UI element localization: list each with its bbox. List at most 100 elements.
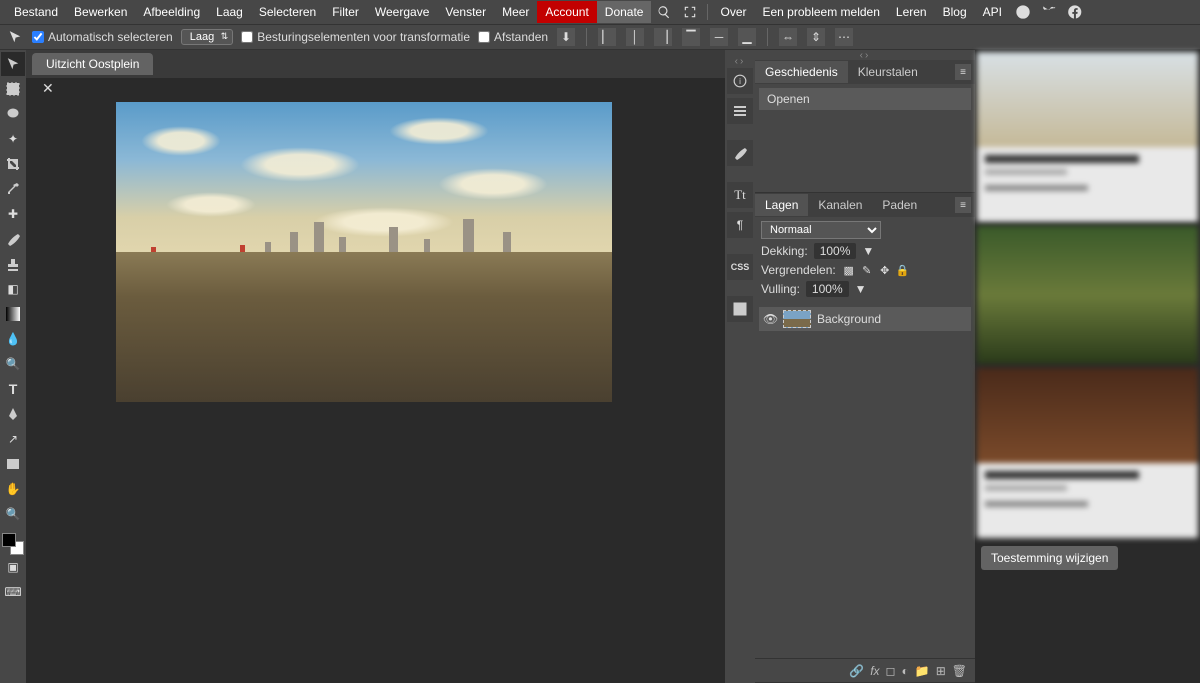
paragraph-panel-icon[interactable]: ¶ [727, 212, 753, 238]
menu-file[interactable]: Bestand [6, 1, 66, 23]
document-tab[interactable]: Uitzicht Oostplein [32, 53, 153, 75]
layer-thumbnail[interactable] [783, 310, 811, 328]
dist-v-icon[interactable]: ⇕ [807, 28, 825, 46]
stamp-tool[interactable] [1, 252, 25, 276]
align-right-icon[interactable]: ▕ [654, 28, 672, 46]
mask-icon[interactable]: ◻ [886, 664, 896, 678]
layer-select-dropdown[interactable]: Laag [181, 29, 233, 45]
menu-edit[interactable]: Bewerken [66, 1, 135, 23]
lock-transparency-icon[interactable]: ▩ [842, 263, 856, 277]
ad-slot[interactable] [977, 52, 1198, 222]
brush-panel-icon[interactable] [727, 140, 753, 166]
screenmode-tool[interactable]: ⌨ [1, 580, 25, 604]
new-layer-icon[interactable]: ⊞ [936, 664, 946, 678]
blur-tool[interactable]: 💧 [1, 327, 25, 351]
auto-select-checkbox[interactable]: Automatisch selecteren [32, 30, 173, 44]
blend-mode-select[interactable]: Normaal [761, 221, 881, 239]
opacity-value[interactable]: 100% [814, 243, 857, 259]
menu-learn[interactable]: Leren [888, 1, 935, 23]
shape-tool[interactable] [1, 452, 25, 476]
menu-account[interactable]: Account [537, 1, 596, 23]
drag-handle[interactable]: ‹› [755, 50, 975, 60]
history-item-open[interactable]: Openen [759, 88, 971, 110]
reddit-icon[interactable] [1014, 3, 1032, 21]
consent-button[interactable]: Toestemming wijzigen [981, 546, 1118, 570]
quickmask-tool[interactable]: ▣ [1, 555, 25, 579]
delete-layer-icon[interactable]: 🗑 [952, 664, 967, 678]
ad-slot[interactable] [977, 368, 1198, 538]
adjustment-icon[interactable]: ◐ [902, 664, 909, 678]
more-align-icon[interactable]: ⋯ [835, 28, 853, 46]
menu-donate[interactable]: Donate [597, 1, 652, 23]
brush-tool[interactable] [1, 227, 25, 251]
layer-visibility-icon[interactable]: 👁 [763, 312, 777, 326]
panel-menu-icon[interactable]: ≡ [955, 197, 971, 213]
lock-all-icon[interactable]: 🔒 [896, 263, 910, 277]
menu-layer[interactable]: Laag [208, 1, 251, 23]
canvas-image[interactable] [116, 102, 612, 402]
align-top-icon[interactable]: ▔ [682, 28, 700, 46]
crop-tool[interactable] [1, 152, 25, 176]
search-icon[interactable] [655, 3, 673, 21]
foreground-swatch[interactable] [2, 533, 16, 547]
info-panel-icon[interactable]: i [727, 68, 753, 94]
fill-flyout-icon[interactable]: ▼ [855, 282, 867, 296]
tab-history[interactable]: Geschiedenis [755, 61, 848, 83]
color-swatches[interactable] [2, 533, 24, 555]
tab-paths[interactable]: Paden [872, 194, 927, 216]
move-tool[interactable] [1, 52, 25, 76]
menu-window[interactable]: Venster [437, 1, 494, 23]
align-left-icon[interactable]: ▏ [598, 28, 616, 46]
lock-position-icon[interactable]: ✥ [878, 263, 892, 277]
properties-panel-icon[interactable] [727, 98, 753, 124]
folder-icon[interactable]: 📁 [915, 664, 930, 678]
drag-handle[interactable]: ‹› [735, 56, 746, 66]
ad-slot[interactable] [977, 226, 1198, 364]
tab-swatches[interactable]: Kleurstalen [848, 61, 928, 83]
menu-view[interactable]: Weergave [367, 1, 437, 23]
fx-icon[interactable]: fx [870, 664, 879, 678]
eraser-tool[interactable]: ◧ [1, 277, 25, 301]
css-panel-icon[interactable]: CSS [727, 254, 753, 280]
link-layers-icon[interactable]: 🔗 [849, 664, 864, 678]
hand-tool[interactable]: ✋ [1, 477, 25, 501]
pen-tool[interactable] [1, 402, 25, 426]
layer-row[interactable]: 👁 Background [759, 307, 971, 331]
distances-checkbox[interactable]: Afstanden [478, 30, 548, 44]
menu-blog[interactable]: Blog [935, 1, 975, 23]
zoom-tool[interactable]: 🔍 [1, 502, 25, 526]
download-icon[interactable]: ⬇ [557, 28, 575, 46]
align-hcenter-icon[interactable]: │ [626, 28, 644, 46]
menu-image[interactable]: Afbeelding [135, 1, 208, 23]
tab-layers[interactable]: Lagen [755, 194, 808, 216]
heal-tool[interactable]: ✚ [1, 202, 25, 226]
align-vcenter-icon[interactable]: ─ [710, 28, 728, 46]
marquee-tool[interactable] [1, 77, 25, 101]
tab-channels[interactable]: Kanalen [808, 194, 872, 216]
dodge-tool[interactable]: 🔍 [1, 352, 25, 376]
fullscreen-icon[interactable] [681, 3, 699, 21]
eyedropper-tool[interactable] [1, 177, 25, 201]
dist-h-icon[interactable]: ⇔ [779, 28, 797, 46]
character-panel-icon[interactable]: Tt [727, 182, 753, 208]
align-bottom-icon[interactable]: ▁ [738, 28, 756, 46]
menu-more[interactable]: Meer [494, 1, 537, 23]
lock-pixels-icon[interactable]: ✎ [860, 263, 874, 277]
lasso-tool[interactable] [1, 102, 25, 126]
transform-controls-checkbox[interactable]: Besturingselementen voor transformatie [241, 30, 470, 44]
gradient-tool[interactable] [1, 302, 25, 326]
menu-filter[interactable]: Filter [324, 1, 367, 23]
menu-report[interactable]: Een probleem melden [755, 1, 888, 23]
menu-about[interactable]: Over [712, 1, 754, 23]
picture-panel-icon[interactable] [727, 296, 753, 322]
menu-select[interactable]: Selecteren [251, 1, 324, 23]
fill-value[interactable]: 100% [806, 281, 849, 297]
wand-tool[interactable]: ✦ [1, 127, 25, 151]
type-tool[interactable]: T [1, 377, 25, 401]
opacity-flyout-icon[interactable]: ▼ [862, 244, 874, 258]
menu-api[interactable]: API [975, 1, 1010, 23]
path-tool[interactable]: ↗ [1, 427, 25, 451]
close-tab-icon[interactable]: ✕ [42, 80, 54, 97]
facebook-icon[interactable] [1066, 3, 1084, 21]
twitter-icon[interactable] [1040, 3, 1058, 21]
